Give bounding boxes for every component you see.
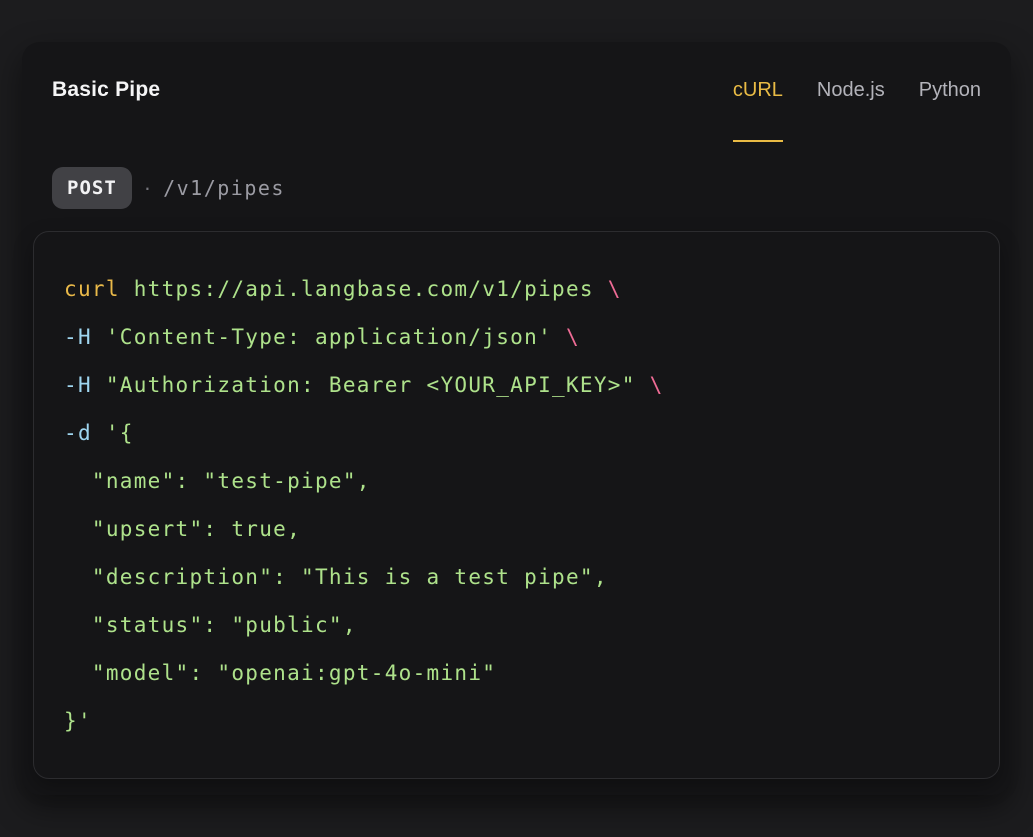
code-line: "status": "public", bbox=[64, 601, 969, 649]
code-line: "model": "openai:gpt-4o-mini" bbox=[64, 649, 969, 697]
code-token: -H bbox=[64, 373, 92, 397]
code-block: curl https://api.langbase.com/v1/pipes \… bbox=[33, 231, 1000, 779]
code-token: \ bbox=[566, 325, 580, 349]
code-example-card: Basic Pipe cURL Node.js Python POST · /v1/… bbox=[22, 42, 1011, 795]
code-token: curl bbox=[64, 277, 120, 301]
code-token: "model": "openai:gpt-4o-mini" bbox=[64, 661, 496, 685]
endpoint-path: /v1/pipes bbox=[163, 176, 285, 200]
code-line: }' bbox=[64, 697, 969, 745]
code-token: '{ bbox=[92, 421, 134, 445]
code-token: "name": "test-pipe", bbox=[64, 469, 371, 493]
card-header: Basic Pipe cURL Node.js Python bbox=[22, 42, 1011, 142]
code-line: "upsert": true, bbox=[64, 505, 969, 553]
code-token: "description": "This is a test pipe", bbox=[64, 565, 608, 589]
http-method-badge: POST bbox=[52, 167, 132, 209]
code-line: -H 'Content-Type: application/json' \ bbox=[64, 313, 969, 361]
separator-dot: · bbox=[144, 175, 151, 201]
code-line: "name": "test-pipe", bbox=[64, 457, 969, 505]
tab-nodejs[interactable]: Node.js bbox=[817, 76, 885, 142]
code-token: -d bbox=[64, 421, 92, 445]
tab-python[interactable]: Python bbox=[919, 76, 981, 142]
language-tabs: cURL Node.js Python bbox=[733, 76, 981, 142]
code-token: \ bbox=[608, 277, 622, 301]
code-token: "Authorization: Bearer <YOUR_API_KEY>" bbox=[92, 373, 650, 397]
code-token: https://api.langbase.com/v1/pipes bbox=[120, 277, 608, 301]
tab-curl[interactable]: cURL bbox=[733, 76, 783, 142]
code-line: -d '{ bbox=[64, 409, 969, 457]
code-token: "status": "public", bbox=[64, 613, 357, 637]
page-title: Basic Pipe bbox=[52, 76, 160, 104]
code-line: -H "Authorization: Bearer <YOUR_API_KEY>… bbox=[64, 361, 969, 409]
code-token: 'Content-Type: application/json' bbox=[92, 325, 566, 349]
code-token: "upsert": true, bbox=[64, 517, 301, 541]
code-line: curl https://api.langbase.com/v1/pipes \ bbox=[64, 265, 969, 313]
code-line: "description": "This is a test pipe", bbox=[64, 553, 969, 601]
code-token: \ bbox=[650, 373, 664, 397]
code-token: -H bbox=[64, 325, 92, 349]
code-token: }' bbox=[64, 709, 92, 733]
endpoint-row: POST · /v1/pipes bbox=[22, 167, 1011, 209]
